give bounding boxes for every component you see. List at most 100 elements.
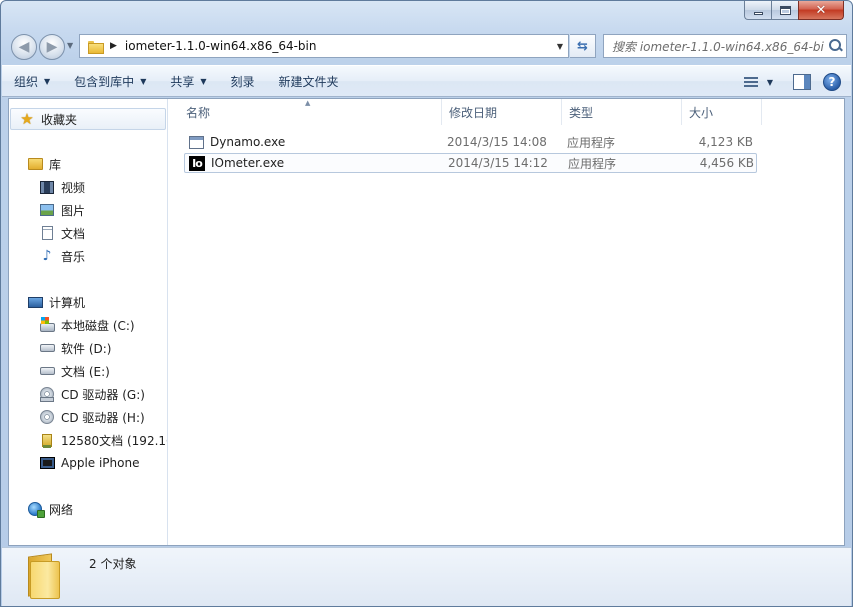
preview-pane-icon[interactable] [793, 74, 811, 90]
sidebar-item-label: 音乐 [61, 249, 86, 264]
sidebar-item-label: 本地磁盘 (C:) [61, 318, 135, 333]
file-row-iometer[interactable]: Io IOmeter.exe 2014/3/15 14:12 应用程序 4,45… [184, 153, 757, 173]
breadcrumb-arrow-icon[interactable]: ▶ [110, 41, 117, 51]
document-icon [39, 225, 55, 241]
folder-icon [88, 40, 104, 54]
sidebar-item-network-drive[interactable]: 12580文档 (192.16 [39, 430, 168, 450]
address-dropdown-icon[interactable]: ▼ [552, 42, 568, 51]
back-button[interactable]: ◀ [11, 34, 37, 60]
share-button[interactable]: 共享 ▼ [158, 68, 218, 94]
change-view-button[interactable] [739, 72, 763, 92]
minimize-icon [753, 11, 763, 15]
sidebar-item-label: 文档 (E:) [61, 364, 110, 379]
folder-icon [22, 553, 62, 599]
sidebar-item-pictures[interactable]: 图片 [39, 200, 85, 220]
sidebar-item-drive-c[interactable]: 本地磁盘 (C:) [39, 315, 135, 335]
new-folder-label: 新建文件夹 [278, 74, 339, 89]
sidebar-item-libraries[interactable]: 库 [27, 154, 61, 174]
sidebar-item-drive-h[interactable]: CD 驱动器 (H:) [39, 407, 145, 427]
music-note-icon: ♪ [42, 248, 52, 264]
sidebar-item-drive-g[interactable]: CD 驱动器 (G:) [39, 384, 145, 404]
sidebar-item-label: 收藏夹 [41, 112, 78, 127]
file-name-cell: Dynamo.exe [188, 132, 285, 152]
sidebar-item-music[interactable]: ♪ 音乐 [39, 246, 85, 266]
file-type: 应用程序 [568, 156, 617, 171]
include-in-library-button[interactable]: 包含到库中 ▼ [62, 68, 158, 94]
sidebar-item-label: 库 [49, 157, 62, 172]
column-label: 类型 [569, 105, 594, 120]
new-folder-button[interactable]: 新建文件夹 [267, 68, 351, 94]
column-date-modified[interactable]: 修改日期 [442, 99, 562, 125]
maximize-button[interactable] [771, 1, 798, 20]
search-icon[interactable] [824, 35, 846, 57]
burn-label: 刻录 [230, 74, 255, 89]
sidebar-item-label: 图片 [61, 203, 86, 218]
organize-button[interactable]: 组织 ▼ [2, 68, 62, 94]
network-drive-icon [39, 432, 55, 448]
sidebar-item-drive-d[interactable]: 软件 (D:) [39, 338, 111, 358]
view-list-icon [743, 76, 758, 88]
chevron-down-icon: ▼ [140, 76, 147, 86]
back-arrow-icon: ◀ [18, 39, 30, 55]
organize-label: 组织 [14, 74, 39, 89]
search-input[interactable]: 搜索 iometer-1.1.0-win64.x86_64-bin [604, 38, 824, 55]
sidebar-item-label: Apple iPhone [61, 456, 140, 470]
sidebar-item-drive-e[interactable]: 文档 (E:) [39, 361, 110, 381]
close-button[interactable]: ✕ [798, 1, 844, 20]
network-globe-icon [27, 501, 45, 518]
file-date: 2014/3/15 14:12 [448, 156, 548, 170]
details-pane: 2 个对象 [2, 547, 851, 606]
include-in-library-label: 包含到库中 [74, 74, 135, 89]
address-bar[interactable]: ▶ iometer-1.1.0-win64.x86_64-bin ▼ [79, 34, 569, 58]
toolbar-right: ▼ ? [739, 69, 841, 95]
column-header: ▲ 名称 修改日期 类型 大小 [169, 99, 844, 125]
hard-drive-icon [39, 340, 55, 356]
sidebar-item-favorites[interactable]: ★ 收藏夹 [10, 108, 166, 130]
executable-icon [188, 134, 204, 150]
file-date: 2014/3/15 14:08 [447, 135, 547, 149]
sidebar-item-label: 12580文档 (192.16 [61, 433, 168, 448]
content-area: ★ 收藏夹 库 视频 图片 文档 ♪ 音乐 计算机 本地磁盘 (C:) 软件 (… [8, 98, 845, 546]
burn-button[interactable]: 刻录 [219, 68, 267, 94]
command-bar: 组织 ▼ 包含到库中 ▼ 共享 ▼ 刻录 新建文件夹 ▼ ? [2, 65, 851, 97]
sidebar-item-videos[interactable]: 视频 [39, 177, 85, 197]
navigation-row: ◀ ▶ ▼ ▶ iometer-1.1.0-win64.x86_64-bin ▼… [7, 31, 847, 63]
column-name[interactable]: 名称 [179, 99, 442, 125]
minimize-button[interactable] [744, 1, 771, 20]
file-name-cell: Io IOmeter.exe [189, 154, 284, 172]
recent-pages-dropdown[interactable]: ▼ [67, 41, 73, 50]
refresh-icon: ⇆ [577, 38, 588, 54]
picture-icon [39, 202, 55, 218]
sidebar-item-network[interactable]: 网络 [27, 499, 73, 519]
item-count-status: 2 个对象 [89, 557, 137, 571]
video-icon [39, 179, 55, 195]
sidebar-item-label: 软件 (D:) [61, 341, 112, 356]
star-icon: ★ [20, 109, 34, 128]
help-icon[interactable]: ? [823, 73, 841, 91]
file-row-dynamo[interactable]: Dynamo.exe 2014/3/15 14:08 应用程序 4,123 KB [184, 132, 757, 152]
column-label: 大小 [689, 105, 714, 120]
share-label: 共享 [170, 74, 195, 89]
column-type[interactable]: 类型 [562, 99, 682, 125]
file-name: Dynamo.exe [210, 135, 286, 149]
sidebar-item-computer[interactable]: 计算机 [27, 292, 85, 312]
search-box[interactable]: 搜索 iometer-1.1.0-win64.x86_64-bin [603, 34, 847, 58]
caption-buttons: ✕ [744, 1, 844, 21]
sidebar-item-label: 计算机 [49, 295, 86, 310]
cd-drive-icon [39, 386, 55, 402]
sidebar-item-label: CD 驱动器 (G:) [61, 387, 145, 402]
hard-drive-icon [39, 363, 55, 379]
refresh-button[interactable]: ⇆ [570, 34, 596, 58]
navigation-pane: ★ 收藏夹 库 视频 图片 文档 ♪ 音乐 计算机 本地磁盘 (C:) 软件 (… [9, 99, 168, 545]
sidebar-item-label: 网络 [49, 502, 74, 517]
sidebar-item-iphone[interactable]: Apple iPhone [39, 453, 139, 473]
forward-button[interactable]: ▶ [39, 34, 65, 60]
sidebar-item-documents[interactable]: 文档 [39, 223, 85, 243]
view-options-dropdown[interactable]: ▼ [767, 78, 773, 87]
explorer-window: ✕ ◀ ▶ ▼ ▶ iometer-1.1.0-win64.x86_64-bin… [0, 0, 853, 607]
file-type: 应用程序 [567, 135, 616, 150]
address-path[interactable]: iometer-1.1.0-win64.x86_64-bin [125, 39, 552, 53]
system-drive-icon [39, 317, 55, 333]
file-list-pane: ▲ 名称 修改日期 类型 大小 Dynamo.exe 2014/3/15 14:… [169, 99, 844, 545]
column-size[interactable]: 大小 [682, 99, 762, 125]
